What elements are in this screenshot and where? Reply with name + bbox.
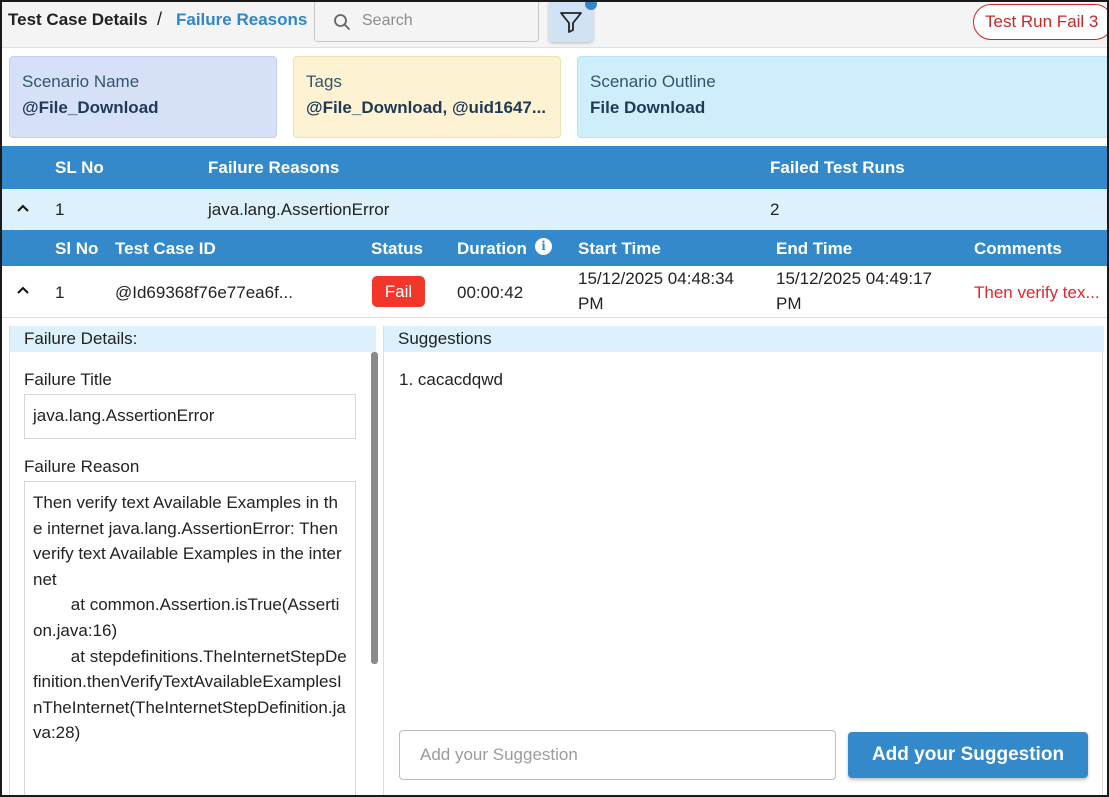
tags-value: @File_Download, @uid1647... [306, 98, 547, 117]
breadcrumb-current: Failure Reasons [176, 10, 308, 29]
tags-label: Tags [306, 72, 342, 91]
scenario-outline-label: Scenario Outline [590, 72, 716, 91]
app-window: Test Case Details / Failure Reasons Sear… [0, 0, 1109, 797]
scenario-outline-card: Scenario Outline File Download [577, 56, 1107, 138]
run-end-time: 15/12/2025 04:49:17 [776, 269, 932, 288]
status-badge: Fail [372, 276, 425, 307]
tags-card: Tags @File_Download, @uid1647... [293, 56, 561, 138]
runs-table-header: Sl No Test Case ID Status Duration i Sta… [2, 230, 1107, 266]
table-row[interactable]: 1 java.lang.AssertionError 2 [2, 189, 1107, 230]
col-end-time[interactable]: End Time [776, 239, 852, 259]
search-placeholder: Search [362, 12, 413, 29]
col-test-case-id[interactable]: Test Case ID [115, 239, 216, 259]
col-status[interactable]: Status [371, 239, 423, 259]
suggestions-heading: Suggestions [384, 326, 1104, 352]
run-duration: 00:00:42 [457, 283, 524, 302]
run-start-time: 15/12/2025 04:48:34 [578, 269, 734, 288]
col-failure-reasons[interactable]: Failure Reasons [208, 158, 339, 178]
col-sl-no[interactable]: Sl No [55, 239, 98, 259]
chevron-up-icon[interactable] [16, 203, 30, 213]
test-run-status-badge[interactable]: Test Run Fail 3 [973, 4, 1107, 40]
add-suggestion-button[interactable]: Add your Suggestion [848, 732, 1088, 778]
failure-title-field[interactable]: java.lang.AssertionError [24, 394, 356, 439]
failure-table-header: SL No Failure Reasons Failed Test Runs [2, 146, 1107, 189]
scenario-outline-value: File Download [590, 98, 706, 117]
failure-details-heading: Failure Details: [10, 326, 376, 352]
run-end-time-suffix: PM [776, 294, 802, 313]
col-comments[interactable]: Comments [974, 239, 1062, 259]
col-duration[interactable]: Duration [457, 239, 527, 259]
search-icon [334, 14, 350, 30]
run-comment[interactable]: Then verify tex... [974, 283, 1100, 303]
breadcrumb-root[interactable]: Test Case Details [8, 10, 148, 30]
breadcrumb-separator: / [157, 9, 163, 29]
failure-title-label: Failure Title [24, 370, 112, 389]
scenario-name-label: Scenario Name [22, 72, 140, 91]
suggestion-input[interactable] [399, 730, 836, 780]
row-failure-reason: java.lang.AssertionError [208, 200, 390, 219]
top-bar: Test Case Details / Failure Reasons Sear… [2, 2, 1107, 48]
failure-reason-label: Failure Reason [24, 457, 140, 476]
col-start-time[interactable]: Start Time [578, 239, 661, 259]
row-sl-no: 1 [55, 200, 65, 219]
filter-active-dot [585, 2, 597, 10]
col-failed-test-runs[interactable]: Failed Test Runs [770, 158, 905, 178]
chevron-up-icon[interactable] [16, 285, 30, 295]
row-failed-runs: 2 [770, 200, 780, 219]
scrollbar-thumb[interactable] [371, 352, 378, 664]
failure-reason-field[interactable]: Then verify text Available Examples in t… [24, 481, 356, 795]
run-test-case-id[interactable]: @Id69368f76e77ea6f... [115, 283, 293, 303]
search-box[interactable]: Search [314, 2, 539, 42]
scenario-name-value: @File_Download [22, 98, 159, 117]
suggestion-item: 1. cacacdqwd [399, 370, 503, 389]
suggestions-panel: Suggestions 1. cacacdqwd Add your Sugges… [383, 326, 1104, 795]
run-start-time-suffix: PM [578, 294, 604, 313]
table-row[interactable]: 1 @Id69368f76e77ea6f... Fail 00:00:42 15… [2, 266, 1107, 318]
info-icon[interactable]: i [535, 238, 552, 255]
col-sl-no[interactable]: SL No [55, 158, 104, 178]
run-sl-no: 1 [55, 283, 65, 302]
failure-details-panel: Failure Details: Failure Title java.lang… [9, 326, 378, 795]
scenario-name-card: Scenario Name @File_Download [9, 56, 277, 138]
filter-icon [560, 12, 582, 33]
